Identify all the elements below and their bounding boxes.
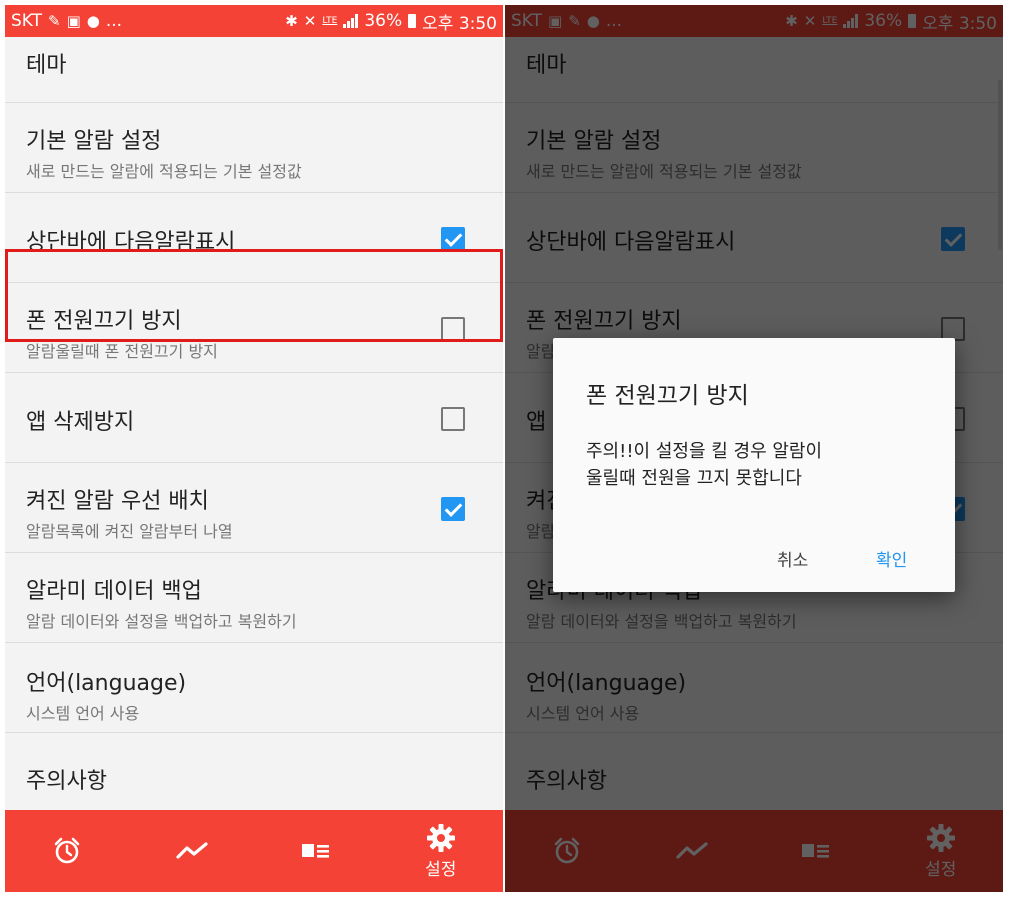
more-notifications: ...	[105, 11, 123, 31]
lte-label: LTE	[322, 15, 338, 26]
settings-row-language[interactable]: 언어(language) 시스템 언어 사용	[5, 643, 503, 733]
cancel-button[interactable]: 취소	[777, 546, 808, 571]
mute-icon: ✕	[303, 12, 317, 30]
settings-row-prevent-uninstall[interactable]: 앱 삭제방지	[5, 373, 503, 463]
trend-chart-icon	[176, 842, 208, 859]
phone-screen-left: SKT ✎ ▣ ● ... ✱ ✕ LTE 36% 오후 3:50 테마 기본 …	[5, 5, 503, 892]
row-title: 상단바에 다음알람표시	[26, 230, 236, 255]
row-subtitle: 새로 만드는 알람에 적용되는 기본 설정값	[26, 162, 302, 181]
row-title: 앱 삭제방지	[26, 410, 135, 435]
settings-row-active-alarms-first[interactable]: 켜진 알람 우선 배치 알람목록에 켜진 알람부터 나열	[5, 463, 503, 553]
link-icon: ✎	[48, 12, 61, 30]
checkbox-active-alarms-first[interactable]	[441, 497, 465, 521]
checkbox-prevent-uninstall[interactable]	[441, 407, 465, 431]
app-notification-icon: ●	[86, 12, 100, 30]
gear-icon	[426, 823, 455, 852]
carrier-label: SKT	[11, 11, 43, 31]
settings-list: 테마 기본 알람 설정 새로 만드는 알람에 적용되는 기본 설정값 상단바에 …	[5, 37, 503, 810]
nav-stats[interactable]	[130, 810, 255, 892]
checkbox-prevent-power-off[interactable]	[441, 317, 465, 341]
battery-icon	[408, 14, 417, 28]
dialog-message: 주의!!이 설정을 킬 경우 알람이 울릴때 전원을 끄지 못합니다	[586, 441, 823, 489]
ok-button[interactable]: 확인	[876, 546, 907, 571]
nav-settings-label: 설정	[425, 859, 457, 880]
confirm-dialog: 폰 전원끄기 방지 주의!!이 설정을 킬 경우 알람이 울릴때 전원을 끄지 …	[553, 338, 955, 592]
list-card-icon	[302, 844, 330, 858]
nav-alarms[interactable]	[5, 810, 130, 892]
settings-row-prevent-power-off[interactable]: 폰 전원끄기 방지 알람울릴때 폰 전원끄기 방지	[5, 283, 503, 373]
bluetooth-icon: ✱	[285, 12, 298, 30]
signal-icon	[343, 14, 359, 28]
row-title: 폰 전원끄기 방지	[26, 309, 182, 334]
settings-row-backup[interactable]: 알라미 데이터 백업 알람 데이터와 설정을 백업하고 복원하기	[5, 553, 503, 643]
nav-list[interactable]	[254, 810, 379, 892]
settings-row-default-alarm[interactable]: 기본 알람 설정 새로 만드는 알람에 적용되는 기본 설정값	[5, 103, 503, 193]
alarm-clock-icon	[54, 837, 80, 864]
status-bar: SKT ✎ ▣ ● ... ✱ ✕ LTE 36% 오후 3:50	[5, 5, 503, 37]
row-subtitle: 알람목록에 켜진 알람부터 나열	[26, 522, 233, 541]
settings-row-theme[interactable]: 테마	[5, 37, 503, 103]
nav-settings[interactable]: 설정	[379, 810, 504, 892]
row-title: 켜진 알람 우선 배치	[26, 489, 209, 514]
battery-percent: 36%	[364, 11, 403, 31]
settings-row-statusbar-next-alarm[interactable]: 상단바에 다음알람표시	[5, 193, 503, 283]
row-subtitle: 알람 데이터와 설정을 백업하고 복원하기	[26, 612, 297, 631]
clock: 오후 3:50	[422, 13, 497, 34]
row-subtitle: 알람울릴때 폰 전원끄기 방지	[26, 342, 218, 361]
image-icon: ▣	[66, 12, 81, 30]
row-title: 기본 알람 설정	[26, 129, 162, 154]
row-title: 주의사항	[26, 769, 107, 794]
phone-screen-right: SKT ▣ ✎ ● ... ✱ ✕ LTE 36% 오후 3:50 테마 기본 …	[505, 5, 1003, 892]
checkbox-statusbar-next-alarm[interactable]	[441, 227, 465, 251]
dialog-title: 폰 전원끄기 방지	[586, 383, 749, 409]
row-title: 알라미 데이터 백업	[26, 579, 202, 604]
row-title: 테마	[26, 53, 67, 78]
row-title: 언어(language)	[26, 671, 187, 696]
row-subtitle: 시스템 언어 사용	[26, 704, 140, 723]
bottom-nav: 설정	[5, 810, 503, 892]
